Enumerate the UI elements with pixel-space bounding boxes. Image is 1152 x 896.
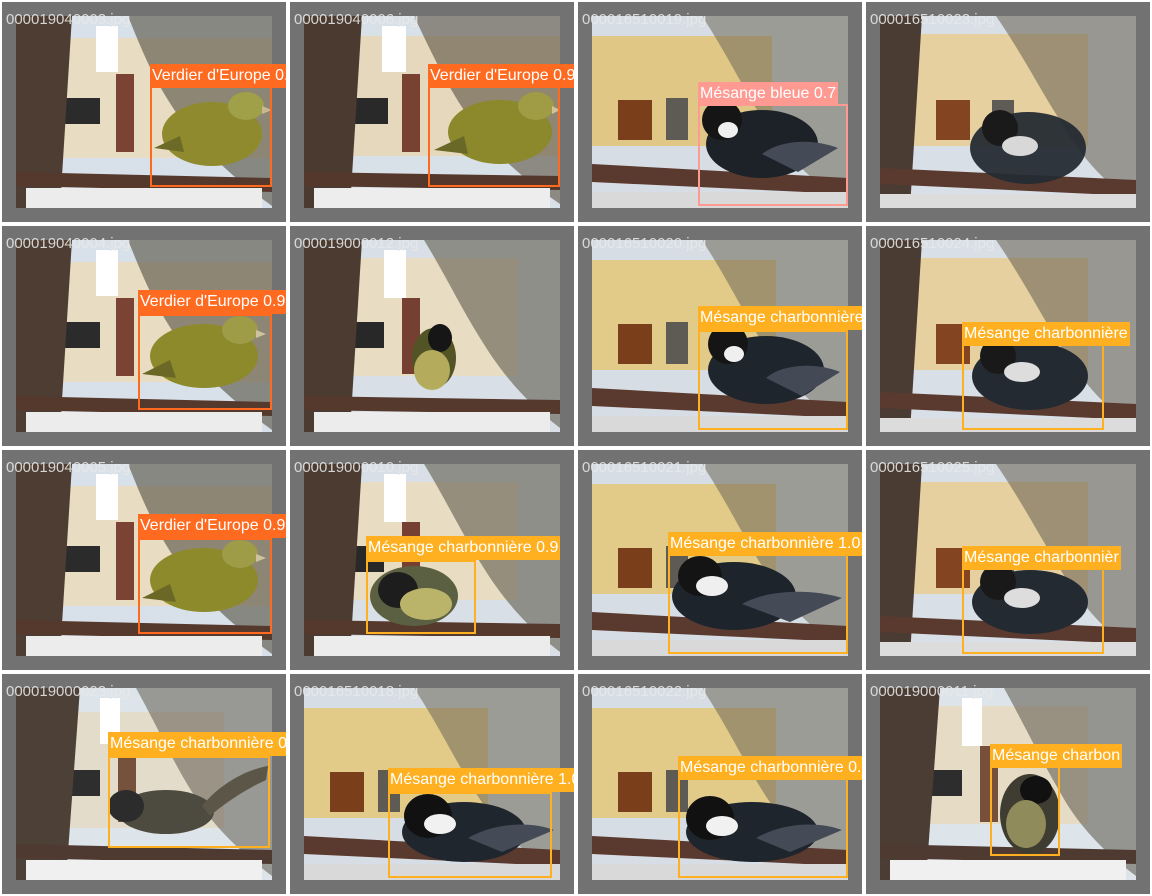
detection-label: Mésange charbonnière 1.0 [388,768,574,792]
image-tile[interactable]: 000016510023.jpg [866,2,1150,222]
image-filename: 000019040003.jpg [6,11,131,28]
image-tile[interactable]: 000019000010.jpg Mésange charbonnière 0.… [290,450,574,670]
image-tile[interactable]: 000016510022.jpg Mésange charbonnière 0.… [578,674,862,894]
image-filename: 000016510024.jpg [870,235,995,252]
image-tile[interactable]: 000019040005.jpg Verdier d'Europe 0.9 [2,450,286,670]
image-filename: 000019040006.jpg [294,11,419,28]
bounding-box [138,314,272,410]
image-tile[interactable]: 000019040004.jpg Verdier d'Europe 0.9 [2,226,286,446]
bounding-box [678,778,848,878]
image-filename: 000016510023.jpg [870,11,995,28]
image-tile[interactable]: 000019040003.jpg Verdier d'Europe 0.9 [2,2,286,222]
bounding-box [962,566,1104,654]
image-filename: 000019000012.jpg [294,235,419,252]
detection-label: Mésange charbonnière 0.9 [698,306,862,330]
image-filename: 000016510022.jpg [582,683,707,700]
bounding-box [698,104,848,206]
bounding-box [150,86,272,187]
detection-label: Mésange charbonnière 0.9 [108,732,286,756]
image-filename: 000016510020.jpg [582,235,707,252]
detection-label: Verdier d'Europe 0.9 [428,64,574,88]
detection-label: Verdier d'Europe 0.9 [150,64,286,88]
image-tile[interactable]: 000016510020.jpg Mésange charbonnière 0.… [578,226,862,446]
image-filename: 000019000023.jpg [6,683,131,700]
bounding-box [990,766,1060,856]
bounding-box [698,330,848,430]
image-filename: 000019040005.jpg [6,459,131,476]
bounding-box [108,756,270,848]
image-tile[interactable]: 000016510018.jpg Mésange charbonnière 1.… [290,674,574,894]
image-filename: 000019040004.jpg [6,235,131,252]
image-filename: 000019000011.jpg [870,683,994,700]
image-filename: 000016510025.jpg [870,459,995,476]
detection-label: Mésange bleue 0.7 [698,82,839,106]
bird-feeder-photo [880,16,1136,208]
detection-label: Verdier d'Europe 0.9 [138,290,286,314]
bounding-box [388,792,552,878]
bounding-box [138,538,272,634]
image-tile[interactable]: 000016510024.jpg Mésange charbonnière [866,226,1150,446]
bounding-box [962,342,1104,430]
image-tile[interactable]: 000019000011.jpg Mésange charbon [866,674,1150,894]
detection-label: Mésange charbon [990,744,1123,768]
image-mosaic: 000019040003.jpg Verdier d'Europe 0.9 00… [0,0,1152,896]
image-tile[interactable]: 000019000012.jpg [290,226,574,446]
detection-label: Mésange charbonnière 1.0 [668,532,862,556]
image-tile[interactable]: 000016510021.jpg Mésange charbonnière 1.… [578,450,862,670]
detection-label: Mésange charbonnière 0.7 [678,756,862,780]
bird-feeder-photo [304,240,560,432]
image-tile[interactable]: 000019000023.jpg Mésange charbonnière 0.… [2,674,286,894]
detection-label: Verdier d'Europe 0.9 [138,514,286,538]
image-tile[interactable]: 000016510025.jpg Mésange charbonnièr [866,450,1150,670]
bounding-box [366,560,476,634]
bounding-box [428,86,560,187]
image-tile[interactable]: 000019040006.jpg Verdier d'Europe 0.9 [290,2,574,222]
bounding-box [668,548,848,654]
image-tile[interactable]: 000016510019.jpg Mésange bleue 0.7 [578,2,862,222]
image-filename: 000016510018.jpg [294,683,419,700]
image-filename: 000019000010.jpg [294,459,419,476]
image-filename: 000016510021.jpg [582,459,707,476]
image-filename: 000016510019.jpg [582,11,707,28]
detection-label: Mésange charbonnière [962,322,1130,346]
detection-label: Mésange charbonnièr [962,546,1121,570]
detection-label: Mésange charbonnière 0.9 [366,536,561,560]
